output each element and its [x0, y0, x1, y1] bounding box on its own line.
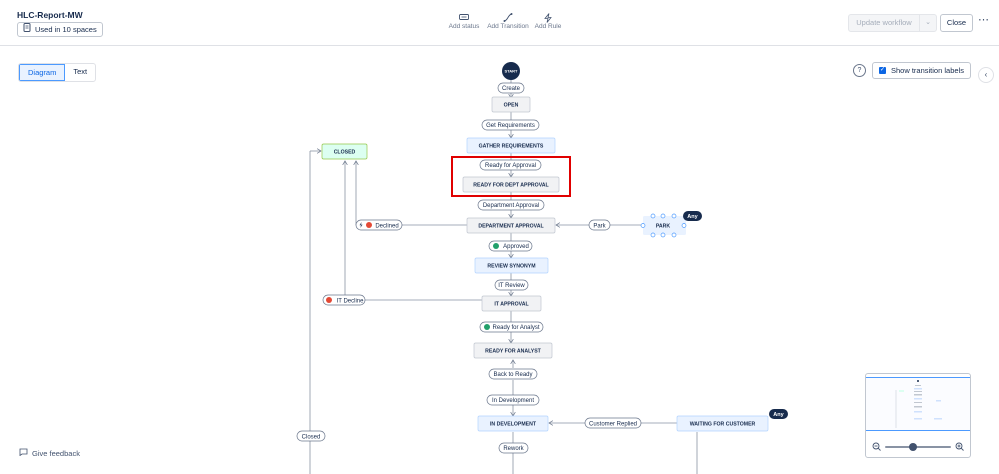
transition-icon: [485, 13, 531, 23]
transition-department-approval[interactable]: Department Approval: [477, 199, 545, 211]
add-transition-button[interactable]: Add Transition: [485, 13, 531, 30]
status-gather-requirements-label: GATHER REQUIREMENTS: [479, 144, 544, 150]
zoom-controls: [872, 442, 964, 452]
status-closed-label: CLOSED: [334, 150, 356, 156]
transition-declined[interactable]: Declined: [355, 219, 403, 231]
any-badge-label: Any: [773, 412, 784, 418]
zoom-slider[interactable]: [885, 443, 951, 451]
transition-in-development-label: In Development: [492, 398, 534, 404]
transition-rework[interactable]: Rework: [498, 442, 529, 454]
transition-ready-for-analyst[interactable]: Ready for Analyst: [479, 321, 544, 333]
used-in-spaces-label: Used in 10 spaces: [35, 25, 97, 34]
transition-back-to-ready-label: Back to Ready: [493, 372, 532, 378]
add-transition-label: Add Transition: [487, 23, 529, 30]
transition-it-review[interactable]: IT Review: [494, 279, 529, 291]
transition-customer-replied-label: Customer Replied: [589, 421, 637, 427]
workflow-diagram: START Create Get Requirements Ready for …: [296, 62, 788, 474]
check-circle-icon: [484, 324, 490, 330]
add-rule-label: Add Rule: [534, 23, 562, 30]
transition-ready-for-analyst-label: Ready for Analyst: [492, 325, 539, 331]
status-review-synonym[interactable]: REVIEW SYNONYM: [474, 257, 549, 274]
status-in-development-label: IN DEVELOPMENT: [490, 422, 537, 428]
zoom-in-icon[interactable]: [955, 442, 964, 453]
transition-customer-replied[interactable]: Customer Replied: [584, 417, 642, 429]
transition-create[interactable]: Create: [497, 82, 525, 94]
check-circle-icon: [493, 243, 499, 249]
status-department-approval-label: DEPARTMENT APPROVAL: [478, 224, 544, 230]
transition-approved-label: Approved: [503, 244, 529, 250]
status-ready-for-dept-approval[interactable]: READY FOR DEPT APPROVAL: [462, 176, 560, 193]
transition-get-requirements[interactable]: Get Requirements: [481, 119, 540, 131]
status-open-label: OPEN: [504, 103, 519, 109]
give-feedback-button[interactable]: Give feedback: [19, 448, 80, 458]
transition-create-label: Create: [502, 86, 521, 92]
transition-get-requirements-label: Get Requirements: [486, 123, 535, 129]
status-park-label: PARK: [656, 224, 671, 230]
chevron-down-icon: ⌄: [925, 19, 931, 26]
status-it-approval-label: IT APPROVAL: [494, 302, 529, 308]
add-status-label: Add status: [448, 23, 480, 30]
status-review-synonym-label: REVIEW SYNONYM: [487, 264, 535, 270]
feedback-icon: [19, 448, 28, 458]
add-status-button[interactable]: Add status: [447, 13, 481, 30]
start-label: START: [504, 69, 518, 74]
transition-park[interactable]: Park: [588, 219, 611, 231]
transition-rework-label: Rework: [503, 446, 524, 452]
zoom-slider-handle[interactable]: [909, 443, 917, 451]
status-open[interactable]: OPEN: [491, 96, 531, 113]
workflow-header: HLC-Report-MW Used in 10 spaces Add stat…: [0, 0, 999, 46]
transition-closed[interactable]: Closed: [296, 430, 326, 442]
error-circle-icon: [366, 222, 372, 228]
update-workflow-dropdown[interactable]: ⌄: [919, 14, 937, 32]
status-waiting-for-customer[interactable]: WAITING FOR CUSTOMER: [676, 415, 769, 432]
close-button[interactable]: Close: [940, 14, 973, 32]
status-ready-for-dept-approval-label: READY FOR DEPT APPROVAL: [473, 183, 549, 189]
any-badge-label: Any: [687, 214, 698, 220]
transition-in-development[interactable]: In Development: [486, 394, 540, 406]
document-icon: [23, 23, 31, 36]
transition-it-decline-label: IT Decline: [337, 298, 365, 304]
transition-approved[interactable]: Approved: [488, 240, 533, 252]
transition-ready-for-approval[interactable]: Ready for Approval: [479, 159, 542, 171]
workflow-title: HLC-Report-MW: [17, 10, 83, 20]
status-gather-requirements[interactable]: GATHER REQUIREMENTS: [466, 137, 556, 154]
status-department-approval[interactable]: DEPARTMENT APPROVAL: [466, 217, 556, 234]
update-workflow-button[interactable]: Update workflow: [848, 14, 920, 32]
minimap-preview: [895, 380, 942, 428]
transition-back-to-ready[interactable]: Back to Ready: [488, 368, 538, 380]
zoom-out-icon[interactable]: [872, 442, 881, 453]
minimap[interactable]: [865, 373, 971, 458]
transition-ready-for-approval-label: Ready for Approval: [485, 163, 536, 169]
give-feedback-label: Give feedback: [32, 448, 80, 458]
status-it-approval[interactable]: IT APPROVAL: [481, 295, 542, 312]
add-rule-button[interactable]: Add Rule: [533, 13, 563, 30]
transition-it-review-label: IT Review: [498, 283, 525, 289]
error-circle-icon: [326, 297, 332, 303]
transition-department-approval-label: Department Approval: [483, 203, 539, 209]
lightning-icon: [533, 13, 563, 23]
transition-it-decline[interactable]: IT Decline: [322, 294, 366, 306]
used-in-spaces-button[interactable]: Used in 10 spaces: [17, 22, 103, 37]
any-badge[interactable]: Any: [683, 211, 702, 221]
status-ready-for-analyst-label: READY FOR ANALYST: [485, 349, 542, 355]
minimap-viewport[interactable]: [866, 377, 970, 431]
transition-park-label: Park: [593, 223, 606, 229]
status-park[interactable]: PARK: [640, 213, 687, 238]
status-waiting-for-customer-label: WAITING FOR CUSTOMER: [690, 422, 756, 428]
more-options-icon[interactable]: ⋯: [978, 13, 990, 26]
status-in-development[interactable]: IN DEVELOPMENT: [477, 415, 549, 432]
any-badge[interactable]: Any: [769, 409, 788, 419]
status-icon: [447, 13, 481, 23]
transition-declined-label: Declined: [375, 223, 398, 229]
status-closed[interactable]: CLOSED: [321, 143, 368, 160]
status-ready-for-analyst[interactable]: READY FOR ANALYST: [473, 342, 553, 359]
transition-closed-label: Closed: [302, 434, 321, 440]
